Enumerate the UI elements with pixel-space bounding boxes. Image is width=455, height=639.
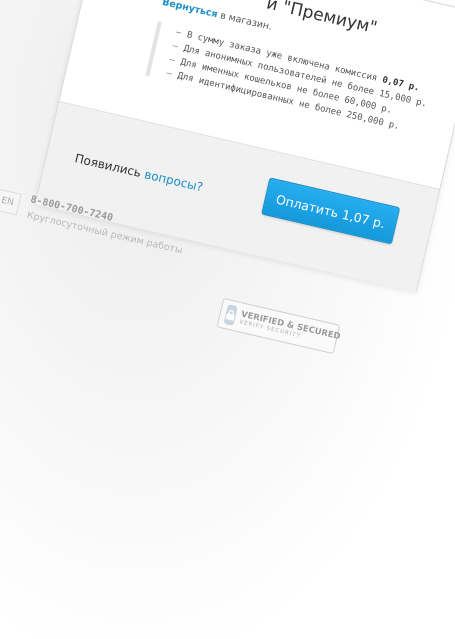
shield-icon — [223, 304, 238, 326]
security-badge: VERIFIED & SECURED VERIFY SECURITY — [216, 297, 342, 355]
page-title: и "Премиум" — [264, 0, 380, 39]
pay-button[interactable]: Оплатить 1,07 р. — [261, 177, 401, 245]
questions-link[interactable]: вопросы? — [143, 167, 204, 194]
dash-icon: — — [174, 27, 183, 39]
payment-card: и "Премиум" Вернуться в магазин. — В сумм… — [34, 0, 455, 293]
dash-icon: — — [171, 41, 180, 53]
language-switch[interactable]: EN — [0, 188, 22, 216]
questions-line: Появились вопросы? — [73, 151, 204, 194]
questions-prefix: Появились — [73, 151, 147, 181]
back-to-shop-link[interactable]: Вернуться — [161, 0, 219, 20]
dash-icon: — — [165, 68, 173, 80]
dash-icon: — — [168, 54, 176, 66]
badge-text: VERIFIED & SECURED VERIFY SECURITY — [239, 310, 342, 348]
